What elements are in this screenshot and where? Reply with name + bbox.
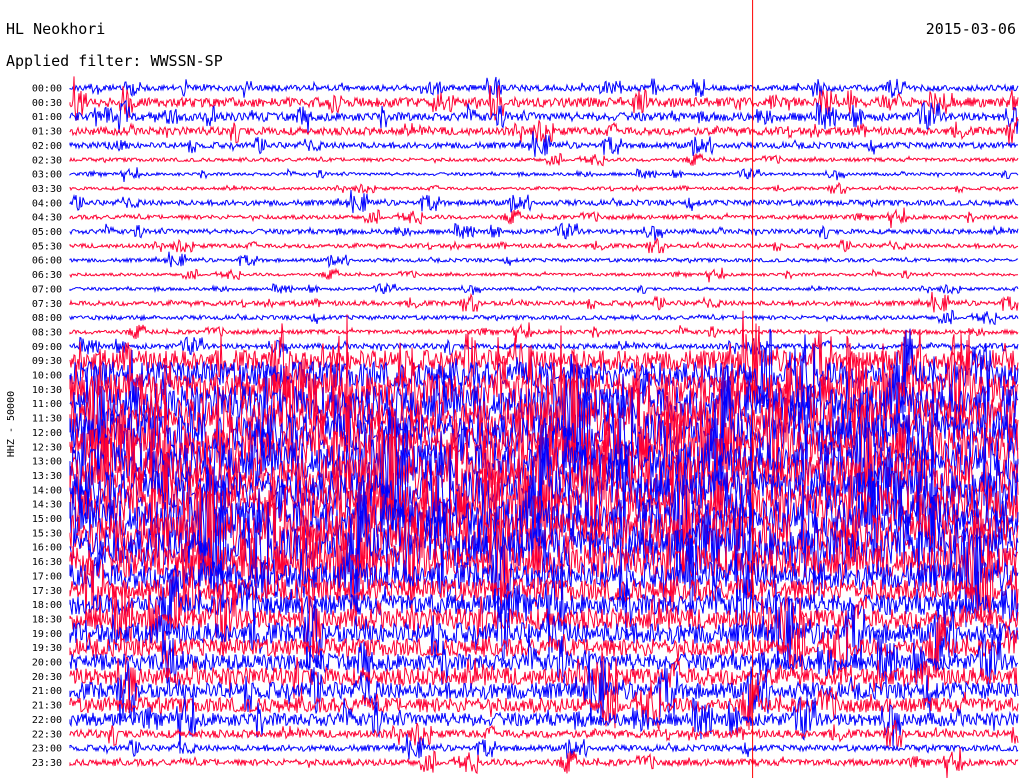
trace-row-2330 [69, 747, 1019, 779]
time-label: 20:00 [32, 658, 62, 669]
trace-layer [69, 76, 1019, 779]
filter-label: Applied filter: WWSSN-SP [6, 52, 223, 70]
time-label: 16:30 [32, 557, 62, 568]
time-label: 08:30 [32, 327, 62, 338]
time-label: 18:00 [32, 600, 62, 611]
time-label: 22:30 [32, 729, 62, 740]
time-label: 00:30 [32, 98, 62, 109]
time-label: 06:00 [32, 256, 62, 267]
time-label: 01:00 [32, 112, 62, 123]
time-label: 21:30 [32, 701, 62, 712]
time-label: 11:30 [32, 414, 62, 425]
time-label: 14:30 [32, 500, 62, 511]
time-label: 17:00 [32, 571, 62, 582]
time-label: 18:30 [32, 614, 62, 625]
time-label: 16:00 [32, 543, 62, 554]
time-label: 10:30 [32, 385, 62, 396]
time-label: 07:00 [32, 284, 62, 295]
time-label: 06:30 [32, 270, 62, 281]
station-title: HL Neokhori [6, 20, 105, 38]
trace-row-0000 [69, 76, 1019, 99]
time-label: 12:30 [32, 442, 62, 453]
time-label: 04:30 [32, 213, 62, 224]
time-label: 09:00 [32, 342, 62, 353]
time-label: 13:00 [32, 457, 62, 468]
trace-row-0230 [69, 152, 1019, 167]
time-label: 17:30 [32, 586, 62, 597]
channel-axis-label: HHZ - 50000 [6, 391, 17, 457]
trace-row-0330 [69, 181, 1019, 195]
time-label: 23:00 [32, 744, 62, 755]
time-label: 04:00 [32, 198, 62, 209]
time-label: 15:00 [32, 514, 62, 525]
time-label: 13:30 [32, 471, 62, 482]
time-label: 15:30 [32, 528, 62, 539]
time-label: 20:30 [32, 672, 62, 683]
time-label: 07:30 [32, 299, 62, 310]
trace-row-2200 [69, 689, 1019, 754]
trace-row-0200 [69, 131, 1018, 157]
time-label: 19:00 [32, 629, 62, 640]
helicorder-chart: HL Neokhori 2015-03-06 Applied filter: W… [6, 0, 1019, 779]
time-label: 03:00 [32, 170, 62, 181]
time-label: 01:30 [32, 127, 62, 138]
time-label: 05:00 [32, 227, 62, 238]
trace-row-0730 [69, 291, 1019, 313]
trace-row-0300 [69, 167, 1019, 182]
time-label: 22:00 [32, 715, 62, 726]
time-label: 12:00 [32, 428, 62, 439]
time-label: 10:00 [32, 371, 62, 382]
time-label: 14:00 [32, 485, 62, 496]
time-label: 05:30 [32, 241, 62, 252]
trace-row-0600 [69, 251, 1019, 269]
time-label: 02:00 [32, 141, 62, 152]
time-label: 21:00 [32, 686, 62, 697]
trace-row-0630 [69, 267, 1019, 283]
time-label: 09:30 [32, 356, 62, 367]
trace-row-0700 [69, 282, 1019, 296]
trace-row-0530 [69, 236, 1019, 254]
time-label: 00:00 [32, 84, 62, 95]
time-label: 08:00 [32, 313, 62, 324]
trace-row-1130 [69, 325, 1019, 493]
time-label: 03:30 [32, 184, 62, 195]
trace-row-0800 [69, 309, 1019, 326]
time-label: 11:00 [32, 399, 62, 410]
trace-row-1530 [69, 440, 1019, 608]
time-tick-labels: 00:00 00:30 01:00 01:30 02:00 02:30 03:00 03:30… [32, 84, 62, 769]
trace-row-0430 [69, 207, 1019, 229]
trace-row-0830 [69, 322, 1019, 343]
time-label: 23:30 [32, 758, 62, 769]
date-label: 2015-03-06 [926, 20, 1016, 38]
time-label: 02:30 [32, 155, 62, 166]
trace-row-0500 [69, 222, 1019, 242]
trace-row-0400 [69, 189, 1019, 214]
time-label: 19:30 [32, 643, 62, 654]
